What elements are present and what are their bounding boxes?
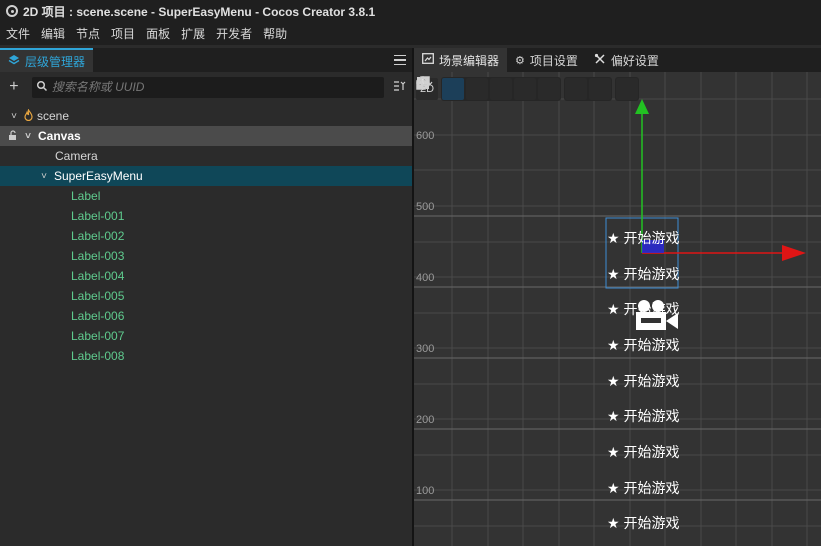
y-axis-label: 500: [416, 201, 435, 213]
menu-label-item[interactable]: ★ 开始游戏: [607, 513, 679, 533]
menu-developer[interactable]: 开发者: [216, 25, 252, 42]
tab-label: 偏好设置: [610, 53, 659, 68]
menu-project[interactable]: 项目: [111, 25, 135, 42]
sort-icon[interactable]: [390, 80, 408, 95]
tree-node-label: Label-003: [71, 249, 125, 263]
tree-node-label-0[interactable]: Label: [0, 186, 412, 206]
tree-node-supereasymenu[interactable]: ˅ SuperEasyMenu: [0, 166, 412, 186]
tree-node-camera[interactable]: Camera: [0, 146, 412, 166]
search-icon: [36, 80, 48, 95]
tree-node-label: Label-006: [71, 309, 125, 323]
tree-node-label: Canvas: [38, 129, 81, 143]
add-node-icon[interactable]: +: [4, 78, 24, 96]
editor-tab-bar: 场景编辑器 ⚙ 项目设置 偏好设置: [414, 48, 821, 72]
move-tool-icon[interactable]: [416, 76, 464, 100]
scene-editor-icon: [422, 53, 434, 67]
scene-editor-panel: 场景编辑器 ⚙ 项目设置 偏好设置 600 500 400 300 200 10…: [414, 48, 821, 546]
menu-label-item[interactable]: ★ 开始游戏: [607, 371, 679, 391]
hierarchy-search: [31, 76, 385, 98]
expand-chevron-icon[interactable]: ˅: [8, 111, 20, 122]
tree-node-label-4[interactable]: Label-004: [0, 266, 412, 286]
expand-chevron-icon[interactable]: ˅: [38, 171, 50, 182]
align-dropdown-icon[interactable]: [417, 78, 638, 100]
rotate-tool-icon[interactable]: [417, 77, 488, 100]
tree-node-label: Label-007: [71, 329, 125, 343]
menu-edit[interactable]: 编辑: [41, 25, 65, 42]
tab-scene-editor[interactable]: 场景编辑器: [414, 48, 508, 72]
scene-viewport[interactable]: 2D: [414, 72, 821, 546]
menu-label-item[interactable]: ★ 开始游戏: [607, 478, 679, 498]
hierarchy-tree: ˅ scene ˅ Canvas Camera ˅ SuperEasyMenu …: [0, 106, 412, 366]
tab-label: 场景编辑器: [439, 53, 500, 68]
menu-label-item[interactable]: ★ 开始游戏: [607, 406, 679, 426]
tree-node-label: Label-008: [71, 349, 125, 363]
title-bar: 2D 项目 : scene.scene - SuperEasyMenu - Co…: [0, 0, 821, 22]
menu-label-item[interactable]: ★ 开始游戏: [607, 228, 679, 248]
y-axis-label: 600: [416, 130, 435, 142]
gear-icon: ⚙: [515, 54, 525, 67]
cocos-logo-icon: [6, 5, 18, 17]
scale-tool-icon[interactable]: [416, 76, 512, 100]
y-axis-label: 300: [416, 343, 435, 355]
tab-hierarchy[interactable]: 层级管理器: [0, 48, 94, 72]
tree-node-label: Label-004: [71, 269, 125, 283]
menu-bar: 文件 编辑 节点 项目 面板 扩展 开发者 帮助: [0, 22, 821, 45]
tree-node-label-6[interactable]: Label-006: [0, 306, 412, 326]
hierarchy-tab-bar: 层级管理器: [0, 48, 412, 72]
y-axis-label: 100: [416, 485, 435, 497]
tab-project-settings[interactable]: ⚙ 项目设置: [507, 48, 586, 72]
snap-magnet-icon[interactable]: [418, 78, 560, 100]
tree-node-label-5[interactable]: Label-005: [0, 286, 412, 306]
tree-node-label: Label-002: [71, 229, 125, 243]
window-title: 2D 项目 : scene.scene - SuperEasyMenu - Co…: [23, 4, 376, 19]
expand-chevron-icon[interactable]: ˅: [22, 131, 34, 142]
cube-tool-icon[interactable]: [416, 76, 611, 100]
layers-icon: [8, 54, 20, 69]
tree-node-label: scene: [37, 109, 70, 123]
scene-toolbar: 2D: [416, 76, 639, 102]
scene-icon: [24, 108, 33, 124]
panel-menu-icon[interactable]: [388, 48, 412, 72]
tree-node-label-3[interactable]: Label-003: [0, 246, 412, 266]
tree-node-label-2[interactable]: Label-002: [0, 226, 412, 246]
hierarchy-toolbar: +: [0, 72, 412, 102]
tree-node-canvas[interactable]: ˅ Canvas: [0, 126, 412, 146]
y-axis-label: 200: [416, 414, 435, 426]
pivot-tools: [416, 76, 612, 101]
tree-node-scene[interactable]: ˅ scene: [0, 106, 412, 126]
menu-extension[interactable]: 扩展: [181, 25, 205, 42]
tree-node-label-8[interactable]: Label-008: [0, 346, 412, 366]
hierarchy-panel: 层级管理器 + ˅ scene ˅ Canvas: [0, 48, 412, 546]
tree-node-label: Label-005: [71, 289, 125, 303]
tree-node-label-1[interactable]: Label-001: [0, 206, 412, 226]
tree-node-label-7[interactable]: Label-007: [0, 326, 412, 346]
menu-help[interactable]: 帮助: [263, 25, 287, 42]
tree-node-label: Label: [71, 189, 101, 203]
tab-preferences[interactable]: 偏好设置: [586, 48, 667, 72]
pivot-tool-icon[interactable]: [417, 77, 587, 100]
menu-panel[interactable]: 面板: [146, 25, 170, 42]
menu-label-item[interactable]: ★ 开始游戏: [607, 299, 679, 319]
menu-node[interactable]: 节点: [76, 25, 100, 42]
menu-label-item[interactable]: ★ 开始游戏: [607, 442, 679, 462]
unlock-icon[interactable]: [8, 129, 18, 143]
align-tools: [417, 77, 639, 101]
menu-label-item[interactable]: ★ 开始游戏: [607, 264, 679, 284]
transform-tools: [416, 76, 561, 101]
tools-icon: [594, 53, 606, 68]
search-input[interactable]: [51, 80, 372, 94]
menu-file[interactable]: 文件: [6, 25, 30, 42]
tree-node-label: Camera: [55, 149, 98, 163]
rect-tool-icon[interactable]: [417, 77, 536, 100]
tab-hierarchy-label: 层级管理器: [25, 54, 86, 69]
tree-node-label: Label-001: [71, 209, 125, 223]
menu-label-item[interactable]: ★ 开始游戏: [607, 335, 679, 355]
y-axis-label: 400: [416, 272, 435, 284]
tab-label: 项目设置: [529, 53, 578, 68]
tree-node-label: SuperEasyMenu: [54, 169, 143, 183]
